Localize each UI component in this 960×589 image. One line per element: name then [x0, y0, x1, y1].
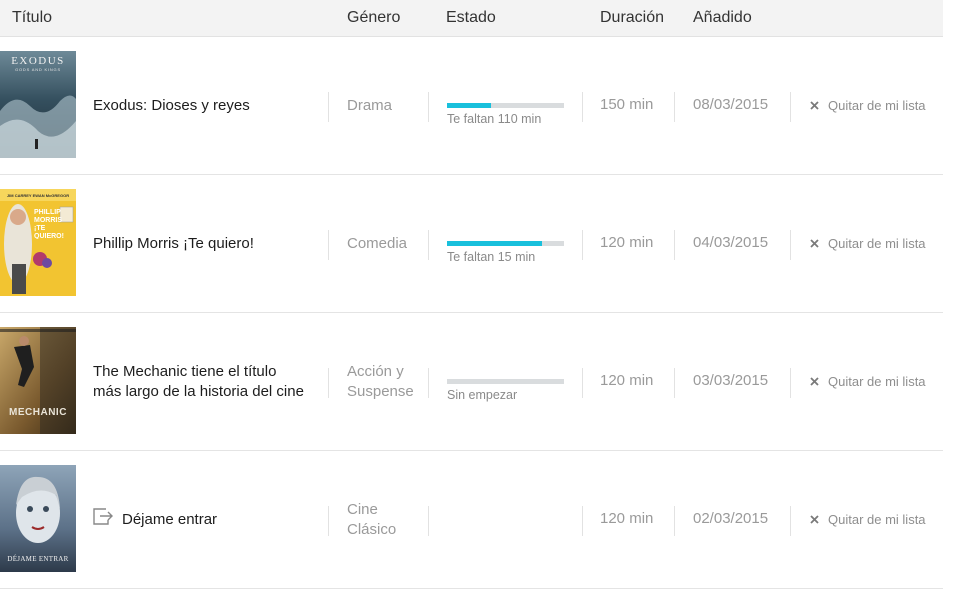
table-row: JIM CARREY EWAN McGREGOR PHILLIP MORRIS … — [0, 175, 943, 313]
column-divider — [428, 92, 429, 122]
table-row: MECHANIC The Mechanic tiene el título má… — [0, 313, 943, 451]
remove-from-list-button[interactable]: Quitar de mi lista — [810, 37, 926, 174]
close-icon[interactable] — [810, 512, 819, 527]
movie-title[interactable]: The Mechanic tiene el título más largo d… — [93, 313, 308, 450]
column-divider — [328, 230, 329, 260]
movie-poster[interactable]: DÉJAME ENTRAR — [0, 465, 76, 572]
column-divider — [674, 368, 675, 398]
close-icon[interactable] — [810, 236, 819, 251]
column-divider — [790, 506, 791, 536]
column-divider — [790, 230, 791, 260]
date-added: 04/03/2015 — [693, 234, 769, 251]
movie-poster[interactable]: EXODUS GODS AND KINGS — [0, 51, 76, 158]
column-header-added[interactable]: Añadido — [693, 9, 752, 27]
column-divider — [790, 92, 791, 122]
progress-bar — [447, 241, 564, 246]
column-divider — [328, 506, 329, 536]
watchlist-table: Título Género Estado Duración Añadido EX… — [0, 0, 943, 589]
date-added: 03/03/2015 — [693, 372, 769, 389]
movie-title[interactable]: Exodus: Dioses y reyes — [93, 37, 308, 174]
column-divider — [582, 368, 583, 398]
movie-duration: 120 min — [600, 234, 654, 251]
movie-title-text[interactable]: The Mechanic tiene el título más largo d… — [93, 362, 308, 402]
column-divider — [674, 506, 675, 536]
column-divider — [582, 506, 583, 536]
movie-genre: Comedia — [347, 234, 408, 252]
poster-subtitle-text: GODS AND KINGS — [15, 67, 61, 72]
watch-status: Te faltan 15 min — [447, 175, 567, 312]
column-divider — [582, 230, 583, 260]
progress-bar-fill — [447, 103, 492, 108]
remaining-time-text: Te faltan 15 min — [447, 250, 536, 264]
remove-from-list-button[interactable]: Quitar de mi lista — [810, 451, 926, 588]
column-divider — [674, 92, 675, 122]
movie-genre: Cine Clásico — [347, 500, 397, 538]
remove-label[interactable]: Quitar de mi lista — [828, 98, 926, 113]
movie-duration: 150 min — [600, 96, 654, 113]
date-added: 02/03/2015 — [693, 510, 769, 527]
column-header-genre[interactable]: Género — [347, 9, 400, 27]
remaining-time-text: Sin empezar — [447, 388, 518, 402]
movie-title-text[interactable]: Exodus: Dioses y reyes — [93, 96, 250, 116]
column-header-status[interactable]: Estado — [446, 9, 496, 27]
movie-title-text[interactable]: Phillip Morris ¡Te quiero! — [93, 234, 254, 254]
movie-title-text[interactable]: Déjame entrar — [122, 510, 217, 530]
column-divider — [674, 230, 675, 260]
remaining-time-text: Te faltan 110 min — [447, 112, 542, 126]
poster-top-text: JIM CARREY EWAN McGREGOR — [7, 193, 69, 198]
movie-duration: 120 min — [600, 510, 654, 527]
column-divider — [428, 368, 429, 398]
remove-label[interactable]: Quitar de mi lista — [828, 374, 926, 389]
movie-poster[interactable]: MECHANIC — [0, 327, 76, 434]
table-row: EXODUS GODS AND KINGS Exodus: Dioses y r… — [0, 37, 943, 175]
poster-title-text: EXODUS — [11, 55, 65, 67]
table-row: DÉJAME ENTRAR Déjame entrar Cine Clásico… — [0, 451, 943, 589]
movie-duration: 120 min — [600, 372, 654, 389]
watch-status: Sin empezar — [447, 313, 567, 450]
poster-title-text: MECHANIC — [9, 407, 67, 418]
column-divider — [428, 230, 429, 260]
remove-label[interactable]: Quitar de mi lista — [828, 512, 926, 527]
progress-bar — [447, 103, 564, 108]
close-icon[interactable] — [810, 98, 819, 113]
progress-bar — [447, 379, 564, 384]
date-added: 08/03/2015 — [693, 96, 769, 113]
poster-title-text: PHILLIP MORRIS ¡TE QUIERO! — [34, 209, 64, 239]
remove-label[interactable]: Quitar de mi lista — [828, 236, 926, 251]
movie-genre: Drama — [347, 96, 393, 114]
watch-status: Te faltan 110 min — [447, 37, 567, 174]
column-divider — [328, 92, 329, 122]
external-link-icon[interactable] — [93, 508, 114, 531]
remove-from-list-button[interactable]: Quitar de mi lista — [810, 175, 926, 312]
movie-title[interactable]: Déjame entrar — [93, 451, 308, 588]
remove-from-list-button[interactable]: Quitar de mi lista — [810, 313, 926, 450]
movie-genre: Acción y Suspense — [347, 362, 414, 400]
table-header: Título Género Estado Duración Añadido — [0, 0, 943, 37]
column-divider — [328, 368, 329, 398]
progress-bar-fill — [447, 241, 542, 246]
column-header-title[interactable]: Título — [12, 9, 52, 27]
column-divider — [790, 368, 791, 398]
movie-title[interactable]: Phillip Morris ¡Te quiero! — [93, 175, 308, 312]
column-header-duration[interactable]: Duración — [600, 9, 664, 27]
movie-poster[interactable]: JIM CARREY EWAN McGREGOR PHILLIP MORRIS … — [0, 189, 76, 296]
column-divider — [428, 506, 429, 536]
column-divider — [582, 92, 583, 122]
poster-title-text: DÉJAME ENTRAR — [7, 555, 68, 563]
close-icon[interactable] — [810, 374, 819, 389]
